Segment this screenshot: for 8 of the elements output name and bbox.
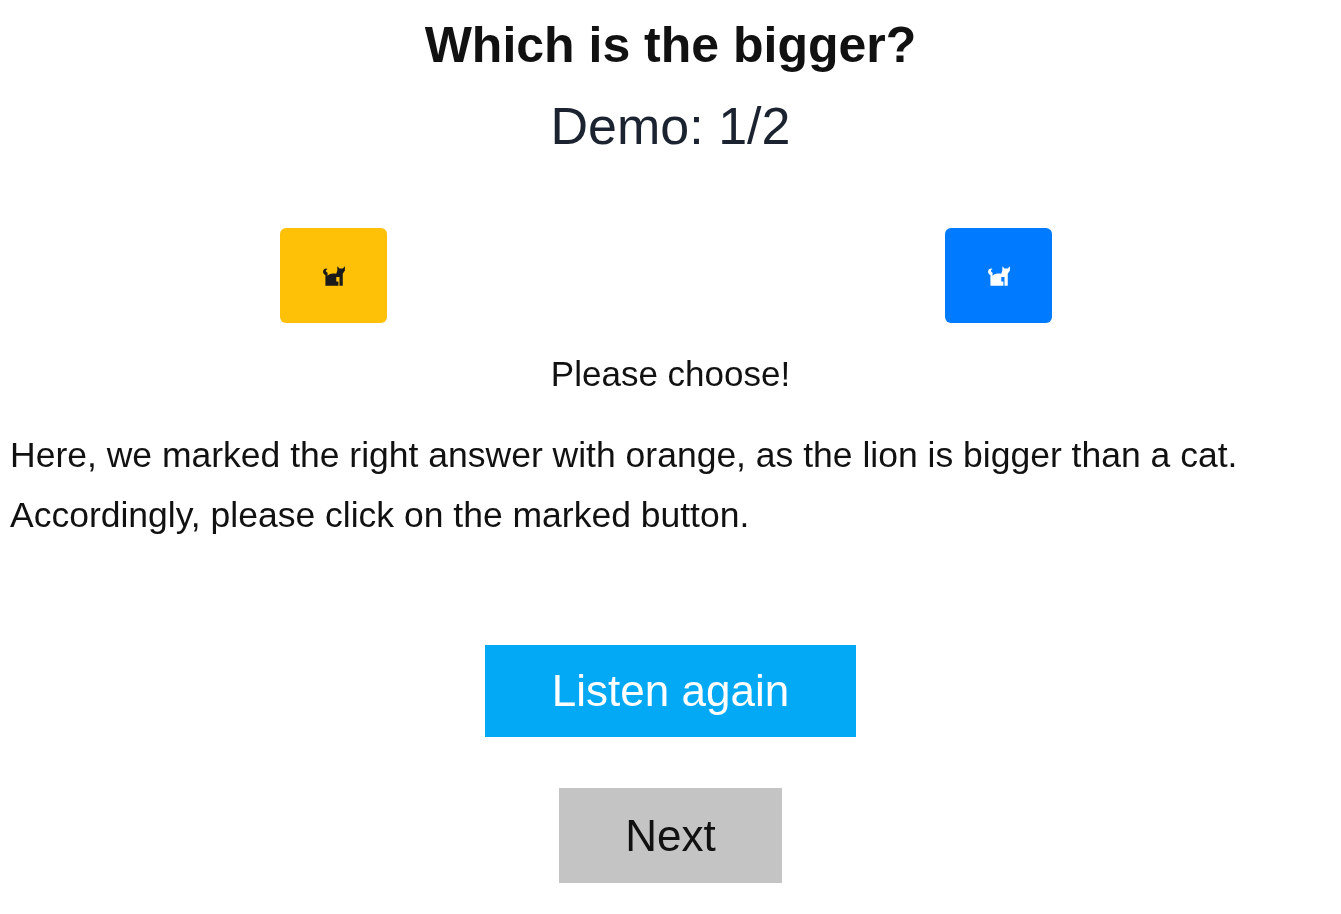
cat-icon: [985, 263, 1011, 288]
next-button[interactable]: Next: [559, 788, 782, 883]
cat-answer-button[interactable]: [944, 228, 1052, 323]
page-title: Which is the bigger?: [424, 16, 917, 75]
instructions-text: Here, we marked the right answer with orange, as the lion is bigger than a cat. Accordingly, please click on the marked button.: [10, 434, 1239, 537]
cat-answer-button[interactable]: [279, 228, 387, 323]
prompt-text: Please choose!: [550, 353, 791, 395]
cat-icon: [320, 263, 346, 288]
